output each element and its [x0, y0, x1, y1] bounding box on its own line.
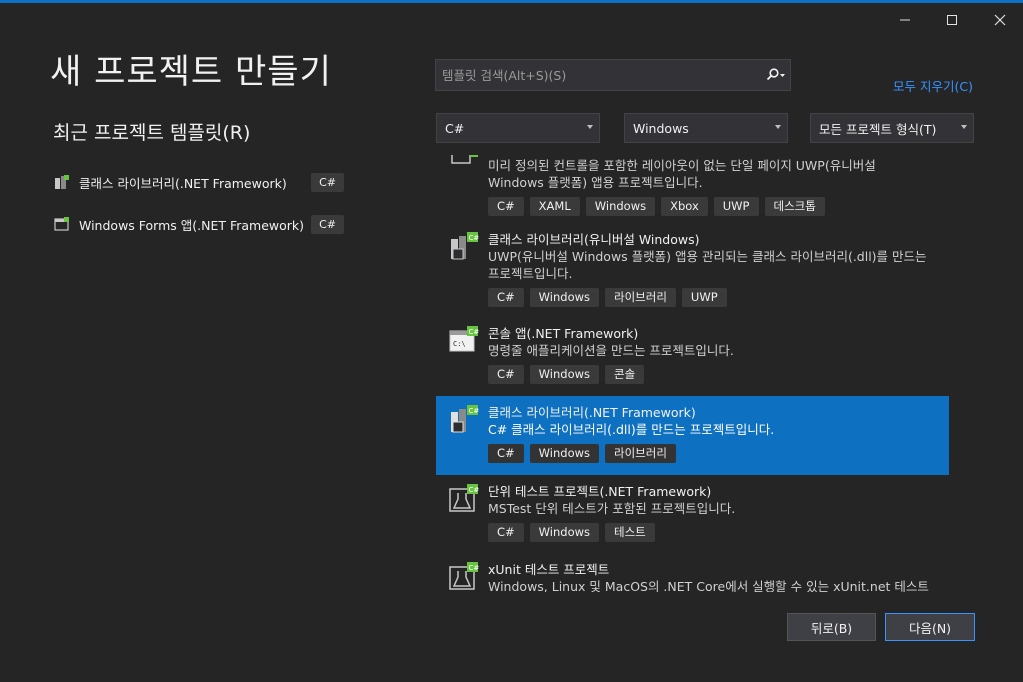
- template-description: Windows, Linux 및 MacOS의 .NET Core에서 실행할 …: [488, 579, 929, 592]
- template-item-blank-app[interactable]: 미리 정의된 컨트롤을 포함한 레이아웃이 없는 단일 페이지 UWP(유니버설…: [436, 155, 949, 225]
- template-description: MSTest 단위 테스트가 포함된 프로젝트입니다.: [488, 501, 736, 516]
- tag: Windows: [529, 444, 600, 463]
- language-filter-value: C#: [445, 120, 465, 136]
- language-filter-dropdown[interactable]: C#: [436, 113, 600, 143]
- title-bar-accent: [0, 0, 1023, 3]
- template-name: 단위 테스트 프로젝트(.NET Framework): [488, 484, 712, 499]
- blank-app-icon: [451, 155, 478, 164]
- template-tags: C# Windows 라이브러리 UWP: [488, 288, 949, 307]
- template-name: xUnit 테스트 프로젝트: [488, 562, 610, 577]
- search-button[interactable]: [762, 60, 790, 90]
- maximize-button[interactable]: [937, 8, 967, 32]
- template-description: C# 클래스 라이브러리(.dll)를 만드는 프로젝트입니다.: [488, 422, 775, 437]
- template-tags: C# Windows 테스트: [488, 523, 949, 542]
- recent-template-class-library[interactable]: 클래스 라이브러리(.NET Framework) C#: [54, 170, 344, 194]
- tag: Windows: [529, 365, 600, 384]
- tag: Xbox: [661, 197, 708, 216]
- close-button[interactable]: [985, 8, 1015, 32]
- tag: C#: [488, 365, 524, 384]
- template-tags: C# Windows 라이브러리: [488, 444, 949, 463]
- platform-filter-value: Windows: [633, 120, 689, 136]
- tag: Windows: [585, 197, 656, 216]
- template-search-input[interactable]: [436, 59, 762, 91]
- minimize-button[interactable]: [890, 8, 920, 32]
- svg-text:C:\: C:\: [453, 340, 466, 348]
- search-icon: [766, 68, 785, 81]
- class-library-icon: [55, 175, 69, 189]
- tag: C#: [488, 523, 524, 542]
- svg-text:C#: C#: [469, 328, 480, 336]
- project-type-filter-value: 모든 프로젝트 형식(T): [819, 121, 937, 137]
- template-description: UWP(유니버설 Windows 플랫폼) 앱용 관리되는 클래스 라이브러리(…: [488, 249, 927, 281]
- tag: 콘솔: [605, 365, 645, 384]
- template-item-console-app[interactable]: C:\ C# 콘솔 앱(.NET Framework) 명령줄 애플리케이션을 …: [436, 325, 949, 391]
- recent-templates-heading: 최근 프로젝트 템플릿(R): [53, 122, 251, 144]
- maximize-icon: [947, 15, 957, 25]
- svg-text:C#: C#: [469, 486, 480, 494]
- unit-test-icon: C#: [449, 484, 480, 512]
- language-badge: C#: [311, 214, 344, 234]
- template-item-class-library-uwp[interactable]: C# 클래스 라이브러리(유니버설 Windows) UWP(유니버설 Wind…: [436, 231, 949, 311]
- tag: C#: [488, 444, 524, 463]
- tag: 데스크톱: [764, 197, 825, 216]
- template-item-class-library-net-framework[interactable]: C# 클래스 라이브러리(.NET Framework) C# 클래스 라이브러…: [436, 396, 949, 475]
- chevron-down-icon: [775, 125, 781, 129]
- project-type-filter-dropdown[interactable]: 모든 프로젝트 형식(T): [810, 113, 974, 143]
- tag: 라이브러리: [605, 444, 676, 463]
- template-item-unit-test[interactable]: C# 단위 테스트 프로젝트(.NET Framework) MSTest 단위…: [436, 483, 949, 549]
- template-description: 명령줄 애플리케이션을 만드는 프로젝트입니다.: [488, 343, 734, 358]
- tag: XAML: [529, 197, 580, 216]
- back-button[interactable]: 뒤로(B): [787, 613, 876, 641]
- tag: Windows: [529, 523, 600, 542]
- template-description: 미리 정의된 컨트롤을 포함한 레이아웃이 없는 단일 페이지 UWP(유니버설…: [488, 158, 876, 190]
- template-item-xunit-test[interactable]: C# xUnit 테스트 프로젝트 Windows, Linux 및 MacOS…: [436, 561, 949, 592]
- tag: C#: [488, 197, 524, 216]
- recent-template-name: Windows Forms 앱(.NET Framework): [79, 217, 305, 233]
- template-tags: C# XAML Windows Xbox UWP 데스크톱: [488, 197, 949, 216]
- tag: UWP: [713, 197, 759, 216]
- template-name: 클래스 라이브러리(유니버설 Windows): [488, 232, 700, 247]
- chevron-down-icon: [961, 125, 967, 129]
- template-search-box[interactable]: [435, 59, 791, 91]
- template-tags: C# Windows 콘솔: [488, 365, 949, 384]
- template-name: 클래스 라이브러리(.NET Framework): [488, 405, 696, 420]
- console-app-icon: C:\ C#: [449, 326, 480, 352]
- svg-text:C#: C#: [469, 407, 480, 415]
- svg-text:C#: C#: [469, 234, 480, 242]
- class-library-icon: C#: [451, 232, 480, 260]
- tag: 라이브러리: [605, 288, 676, 307]
- platform-filter-dropdown[interactable]: Windows: [624, 113, 788, 143]
- tag: 테스트: [605, 523, 655, 542]
- recent-template-name: 클래스 라이브러리(.NET Framework): [79, 175, 287, 191]
- chevron-down-icon: [587, 125, 593, 129]
- svg-text:C#: C#: [469, 564, 480, 572]
- recent-template-windows-forms[interactable]: Windows Forms 앱(.NET Framework) C#: [54, 212, 344, 236]
- tag: UWP: [681, 288, 727, 307]
- clear-all-filters-link[interactable]: 모두 지우기(C): [893, 76, 973, 95]
- windows-forms-icon: [54, 217, 69, 231]
- template-list[interactable]: 미리 정의된 컨트롤을 포함한 레이아웃이 없는 단일 페이지 UWP(유니버설…: [436, 155, 949, 592]
- close-icon: [994, 14, 1006, 26]
- tag: C#: [488, 288, 524, 307]
- class-library-icon: C#: [451, 405, 480, 433]
- next-button[interactable]: 다음(N): [885, 613, 975, 641]
- template-name: 콘솔 앱(.NET Framework): [488, 326, 639, 341]
- page-title: 새 프로젝트 만들기: [50, 52, 332, 92]
- xunit-test-icon: C#: [449, 562, 480, 590]
- minimize-icon: [900, 19, 910, 21]
- language-badge: C#: [311, 172, 344, 192]
- tag: Windows: [529, 288, 600, 307]
